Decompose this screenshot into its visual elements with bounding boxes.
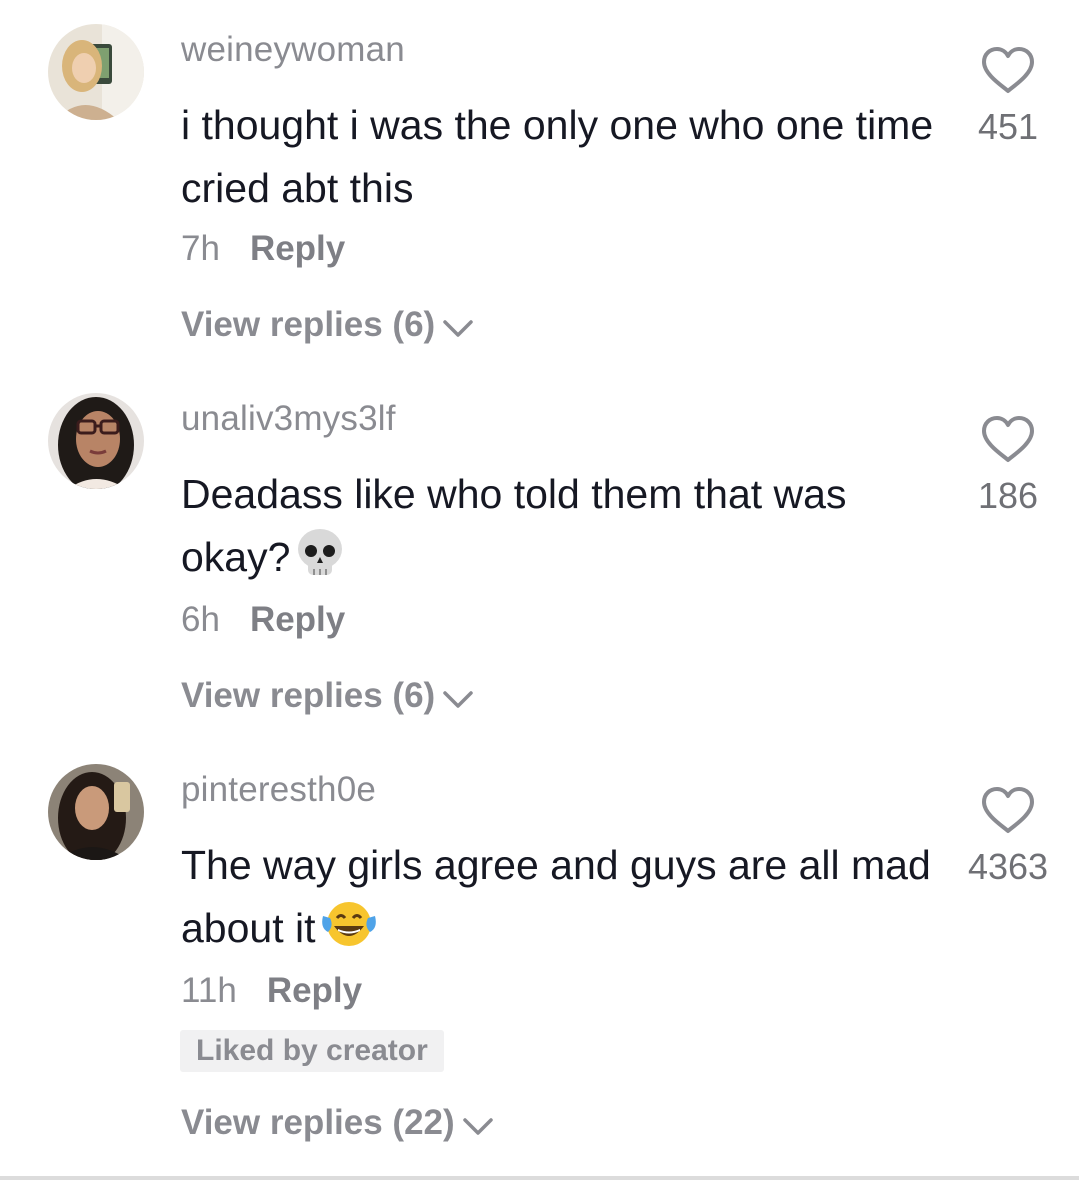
view-replies-button[interactable]: View replies (22) <box>181 1103 495 1143</box>
like-count: 4363 <box>967 846 1049 887</box>
avatar[interactable] <box>48 764 144 860</box>
comment-meta: 11h Reply <box>181 971 362 1011</box>
reply-button[interactable]: Reply <box>267 971 362 1010</box>
like-button[interactable]: 451 <box>953 46 1063 148</box>
avatar[interactable] <box>48 24 144 120</box>
comment-time: 7h <box>181 229 220 268</box>
like-count: 451 <box>977 106 1039 147</box>
view-replies-label: View replies (6) <box>181 676 436 715</box>
view-replies-button[interactable]: View replies (6) <box>181 305 475 345</box>
chevron-down-icon <box>443 691 473 708</box>
comment-text: Deadass like who told them that was okay… <box>181 463 941 597</box>
comment-meta: 6h Reply <box>181 600 345 640</box>
view-replies-button[interactable]: View replies (6) <box>181 676 475 716</box>
view-replies-label: View replies (22) <box>181 1103 455 1142</box>
comment-text: The way girls agree and guys are all mad… <box>181 834 941 968</box>
reply-button[interactable]: Reply <box>250 229 345 268</box>
liked-by-creator-badge: Liked by creator <box>180 1030 444 1072</box>
heart-outline-icon <box>982 47 1034 93</box>
reply-button[interactable]: Reply <box>250 600 345 639</box>
avatar[interactable] <box>48 393 144 489</box>
like-button[interactable]: 186 <box>953 415 1063 517</box>
heart-outline-icon <box>982 787 1034 833</box>
comment-meta: 7h Reply <box>181 229 345 269</box>
like-count: 186 <box>977 475 1039 516</box>
comment-username[interactable]: pinteresth0e <box>181 770 376 810</box>
skull-emoji <box>294 527 346 597</box>
like-button[interactable]: 4363 <box>953 786 1063 888</box>
comment-time: 6h <box>181 600 220 639</box>
chevron-down-icon <box>443 320 473 337</box>
comment-username[interactable]: weineywoman <box>181 30 405 70</box>
comment-username[interactable]: unaliv3mys3lf <box>181 399 396 439</box>
divider <box>0 1176 1079 1180</box>
chevron-down-icon <box>462 1118 493 1135</box>
face-with-tears-of-joy-emoji <box>320 898 378 968</box>
heart-outline-icon <box>982 416 1034 462</box>
comment-text: i thought i was the only one who one tim… <box>181 102 934 211</box>
comment-time: 11h <box>181 971 237 1010</box>
view-replies-label: View replies (6) <box>181 305 436 344</box>
